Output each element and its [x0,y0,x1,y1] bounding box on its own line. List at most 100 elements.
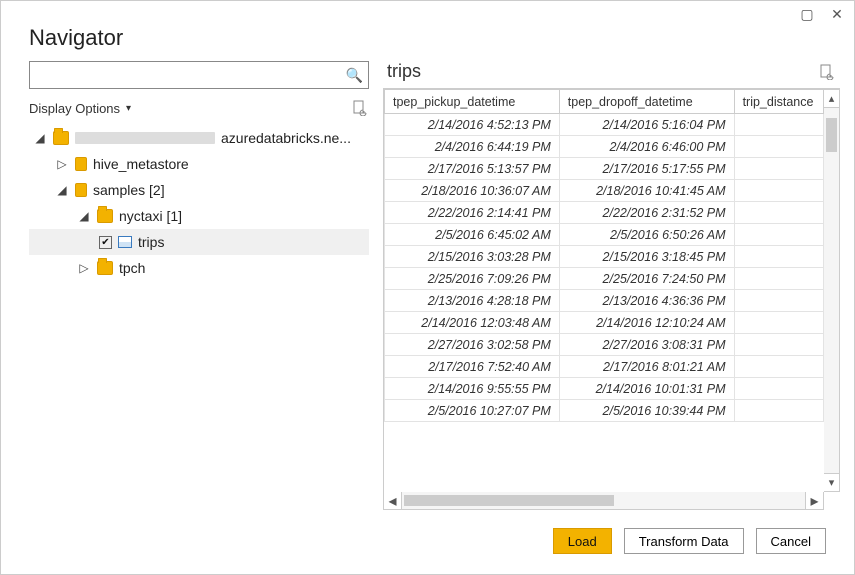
table-cell [734,224,823,246]
tree-item-nyctaxi[interactable]: ◢ nyctaxi [1] [29,203,369,229]
table-cell: 2/25/2016 7:09:26 PM [385,268,560,290]
collapse-icon[interactable]: ◢ [33,131,47,145]
transform-data-button[interactable]: Transform Data [624,528,744,554]
table-cell: 2/14/2016 4:52:13 PM [385,114,560,136]
expand-icon[interactable]: ▷ [55,157,69,171]
table-cell: 2/5/2016 6:50:26 AM [559,224,734,246]
search-icon[interactable]: 🔍 [346,67,363,84]
table-cell [734,180,823,202]
tree-item-samples[interactable]: ◢ samples [2] [29,177,369,203]
table-cell: 2/22/2016 2:31:52 PM [559,202,734,224]
table-row[interactable]: 2/17/2016 5:13:57 PM2/17/2016 5:17:55 PM [385,158,824,180]
horizontal-scrollbar[interactable]: ◂ ▸ [383,492,824,510]
table-row[interactable]: 2/14/2016 9:55:55 PM2/14/2016 10:01:31 P… [385,378,824,400]
table-row[interactable]: 2/5/2016 10:27:07 PM2/5/2016 10:39:44 PM [385,400,824,422]
navigator-window: ▢ ✕ Navigator 🔍 Display Options ▾ ◢ [0,0,855,575]
table-cell: 2/17/2016 8:01:21 AM [559,356,734,378]
preview-title: trips [387,61,421,82]
table-cell [734,158,823,180]
tree: ◢ azuredatabricks.ne... ▷ hive_metastore… [29,125,369,281]
table-cell [734,356,823,378]
tree-item-trips[interactable]: ✔ trips [29,229,369,255]
collapse-icon[interactable]: ◢ [77,209,91,223]
scroll-down-icon[interactable]: ▾ [824,473,839,491]
table-cell [734,290,823,312]
table-row[interactable]: 2/17/2016 7:52:40 AM2/17/2016 8:01:21 AM [385,356,824,378]
column-header[interactable]: trip_distance [734,90,823,114]
column-header[interactable]: tpep_pickup_datetime [385,90,560,114]
table-row[interactable]: 2/5/2016 6:45:02 AM2/5/2016 6:50:26 AM [385,224,824,246]
refresh-preview-icon[interactable] [818,63,836,81]
table-row[interactable]: 2/22/2016 2:14:41 PM2/22/2016 2:31:52 PM [385,202,824,224]
table-cell: 2/18/2016 10:41:45 AM [559,180,734,202]
table-cell: 2/14/2016 10:01:31 PM [559,378,734,400]
table-row[interactable]: 2/4/2016 6:44:19 PM2/4/2016 6:46:00 PM [385,136,824,158]
display-options-dropdown[interactable]: Display Options ▾ [29,101,131,116]
table-cell: 2/27/2016 3:08:31 PM [559,334,734,356]
load-button[interactable]: Load [553,528,612,554]
table-cell: 2/4/2016 6:44:19 PM [385,136,560,158]
table-row[interactable]: 2/18/2016 10:36:07 AM2/18/2016 10:41:45 … [385,180,824,202]
collapse-icon[interactable]: ◢ [55,183,69,197]
close-icon[interactable]: ✕ [830,7,844,21]
table-cell [734,268,823,290]
table-cell [734,312,823,334]
table-cell: 2/25/2016 7:24:50 PM [559,268,734,290]
table-row[interactable]: 2/14/2016 4:52:13 PM2/14/2016 5:16:04 PM [385,114,824,136]
right-panel: trips tpep_pickup_datetime tpep_dropoff_… [383,61,840,510]
search-input[interactable] [29,61,369,89]
table-cell: 2/18/2016 10:36:07 AM [385,180,560,202]
tree-root-label: azuredatabricks.ne... [221,130,351,146]
cancel-button[interactable]: Cancel [756,528,826,554]
table-row[interactable]: 2/13/2016 4:28:18 PM2/13/2016 4:36:36 PM [385,290,824,312]
scroll-right-icon[interactable]: ▸ [805,492,823,509]
window-titlebar: ▢ ✕ [1,1,854,21]
database-icon [75,157,87,171]
page-title: Navigator [1,21,854,61]
scrollbar-thumb[interactable] [404,495,614,506]
tree-tpch-label: tpch [119,260,145,276]
vertical-scrollbar[interactable]: ▴ ▾ [824,89,840,492]
tree-samples-label: samples [2] [93,182,165,198]
tree-hive-label: hive_metastore [93,156,189,172]
table-cell [734,202,823,224]
tree-nyctaxi-label: nyctaxi [1] [119,208,182,224]
refresh-tree-icon[interactable] [351,99,369,117]
scrollbar-track[interactable] [402,492,805,509]
folder-icon [97,261,113,275]
display-options-label: Display Options [29,101,120,116]
table-cell: 2/17/2016 7:52:40 AM [385,356,560,378]
grid-wrap: tpep_pickup_datetime tpep_dropoff_dateti… [383,88,840,492]
redacted-hostname [75,132,215,144]
table-cell: 2/14/2016 9:55:55 PM [385,378,560,400]
data-grid[interactable]: tpep_pickup_datetime tpep_dropoff_dateti… [384,89,824,492]
table-row[interactable]: 2/27/2016 3:02:58 PM2/27/2016 3:08:31 PM [385,334,824,356]
tree-item-tpch[interactable]: ▷ tpch [29,255,369,281]
tree-root[interactable]: ◢ azuredatabricks.ne... [29,125,369,151]
table-cell: 2/5/2016 10:27:07 PM [385,400,560,422]
footer: Load Transform Data Cancel [1,510,854,574]
table-cell [734,334,823,356]
table-row[interactable]: 2/15/2016 3:03:28 PM2/15/2016 3:18:45 PM [385,246,824,268]
column-header[interactable]: tpep_dropoff_datetime [559,90,734,114]
table-row[interactable]: 2/25/2016 7:09:26 PM2/25/2016 7:24:50 PM [385,268,824,290]
table-cell: 2/17/2016 5:17:55 PM [559,158,734,180]
scroll-left-icon[interactable]: ◂ [384,492,402,509]
display-options-row: Display Options ▾ [29,97,369,119]
table-cell: 2/5/2016 10:39:44 PM [559,400,734,422]
table-cell: 2/17/2016 5:13:57 PM [385,158,560,180]
preview-header: trips [383,61,840,88]
table-cell [734,136,823,158]
maximize-icon[interactable]: ▢ [800,7,814,21]
table-cell: 2/13/2016 4:28:18 PM [385,290,560,312]
database-icon [75,183,87,197]
expand-icon[interactable]: ▷ [77,261,91,275]
table-row[interactable]: 2/14/2016 12:03:48 AM2/14/2016 12:10:24 … [385,312,824,334]
scrollbar-thumb[interactable] [826,118,837,152]
left-panel: 🔍 Display Options ▾ ◢ azuredatabricks.ne… [29,61,369,510]
scroll-up-icon[interactable]: ▴ [824,90,839,108]
table-cell: 2/15/2016 3:18:45 PM [559,246,734,268]
folder-icon [53,131,69,145]
checkbox-checked-icon[interactable]: ✔ [99,236,112,249]
tree-item-hive[interactable]: ▷ hive_metastore [29,151,369,177]
